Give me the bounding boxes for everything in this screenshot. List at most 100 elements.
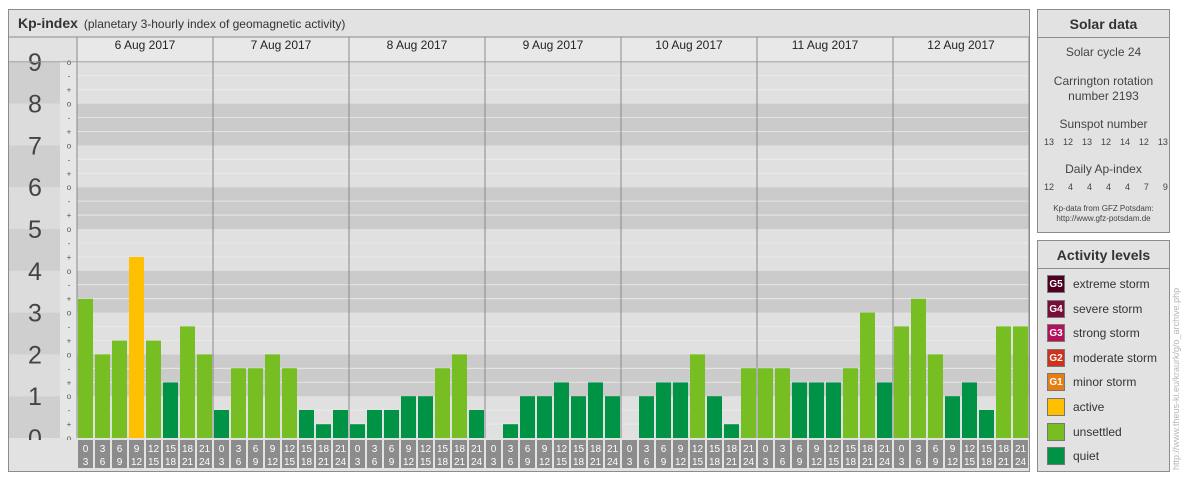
kp-bar-chart: 0123456789+-o+-o+-o+-o+-o+-o+-o+-o+-oo6 …: [9, 36, 1030, 468]
kp-bar: [605, 396, 620, 438]
minor-tick-label: +: [67, 86, 72, 95]
interval-start-label: 12: [284, 444, 296, 455]
interval-start-label: 9: [270, 444, 276, 455]
kp-bar: [452, 354, 467, 438]
interval-end-label: 3: [491, 457, 497, 468]
ap-values: 12 4 4 4 4 7 9: [1044, 182, 1168, 192]
kp-bar: [95, 354, 110, 438]
interval-start-label: 9: [134, 444, 140, 455]
minor-tick-label: +: [67, 211, 72, 220]
activity-level-label: extreme storm: [1073, 277, 1150, 291]
interval-end-label: 21: [998, 457, 1010, 468]
kp-bar: [112, 340, 127, 438]
kp-bar: [792, 382, 807, 438]
interval-end-label: 12: [539, 457, 551, 468]
interval-start-label: 18: [998, 444, 1010, 455]
interval-end-label: 12: [811, 457, 823, 468]
solar-data-title: Solar data: [1038, 10, 1169, 38]
kp-bar: [588, 382, 603, 438]
activity-level-moderate-storm: G2 moderate storm: [1047, 348, 1158, 367]
kp-bar: [299, 409, 314, 438]
kp-bar: [843, 368, 858, 438]
minor-tick-label: +: [67, 127, 72, 136]
kp-bar: [435, 368, 450, 438]
interval-start-label: 6: [797, 444, 803, 455]
interval-start-label: 18: [454, 444, 466, 455]
interval-end-label: 24: [607, 457, 619, 468]
interval-corner: [9, 440, 77, 468]
interval-end-label: 15: [692, 457, 704, 468]
interval-end-label: 15: [284, 457, 296, 468]
interval-end-label: 24: [471, 457, 483, 468]
activity-level-swatch: [1047, 398, 1065, 416]
interval-end-label: 18: [709, 457, 721, 468]
activity-level-strong-storm: G3 strong storm: [1047, 324, 1140, 343]
kp-bar: [469, 409, 484, 438]
activity-level-label: unsettled: [1073, 424, 1122, 439]
interval-end-label: 18: [573, 457, 585, 468]
interval-end-label: 6: [372, 457, 378, 468]
interval-end-label: 21: [590, 457, 602, 468]
kp-bar: [928, 354, 943, 438]
ap-value: 4: [1124, 182, 1130, 192]
interval-end-label: 6: [100, 457, 106, 468]
interval-start-label: 12: [964, 444, 976, 455]
interval-start-label: 3: [372, 444, 378, 455]
activity-level-label: moderate storm: [1073, 350, 1158, 365]
plot-band: [77, 270, 1029, 313]
interval-start-label: 6: [253, 444, 259, 455]
plot-band: [77, 103, 1029, 146]
interval-start-label: 15: [845, 444, 857, 455]
interval-start-label: 3: [508, 444, 514, 455]
interval-start-label: 6: [389, 444, 395, 455]
interval-start-label: 12: [556, 444, 568, 455]
kp-bar: [214, 409, 229, 438]
kp-bar: [996, 326, 1011, 438]
activity-level-label: strong storm: [1073, 326, 1140, 341]
interval-start-label: 9: [406, 444, 412, 455]
kp-bar: [724, 424, 739, 438]
sunspot-value: 12: [1100, 137, 1111, 147]
interval-start-label: 3: [780, 444, 786, 455]
kp-bar: [571, 396, 586, 438]
minor-tick-label: -: [68, 197, 71, 206]
minor-tick-label: -: [68, 406, 71, 415]
sunspot-value: 13: [1157, 137, 1168, 147]
minor-tick-label: o: [67, 309, 72, 318]
interval-start-label: 18: [862, 444, 874, 455]
interval-end-label: 3: [763, 457, 769, 468]
kp-bar: [384, 409, 399, 438]
interval-start-label: 21: [471, 444, 483, 455]
kp-bar: [248, 368, 263, 438]
y-tick-label: 3: [28, 300, 42, 328]
minor-tick-label: +: [67, 295, 72, 304]
interval-end-label: 3: [899, 457, 905, 468]
y-tick-label: 4: [28, 258, 42, 286]
minor-tick-label: -: [68, 323, 71, 332]
y-tick-label: 7: [28, 132, 42, 160]
activity-level-swatch: G1: [1047, 373, 1065, 392]
interval-end-label: 18: [845, 457, 857, 468]
interval-start-label: 18: [318, 444, 330, 455]
kp-bar: [333, 409, 348, 438]
interval-start-label: 3: [236, 444, 242, 455]
minor-tick-label: o: [67, 392, 72, 401]
minor-tick-label: o: [67, 183, 72, 192]
minor-tick-label: -: [68, 155, 71, 164]
y-tick-label: 6: [28, 174, 42, 202]
ap-value: 7: [1143, 182, 1149, 192]
interval-end-label: 9: [933, 457, 939, 468]
interval-start-label: 21: [607, 444, 619, 455]
plot-band: [77, 187, 1029, 229]
interval-end-label: 18: [437, 457, 449, 468]
kp-bar: [265, 354, 280, 438]
y-tick-label: 2: [28, 341, 42, 369]
interval-end-label: 9: [117, 457, 123, 468]
interval-end-label: 9: [661, 457, 667, 468]
data-source-link[interactable]: http://www.gfz-potsdam.de: [1038, 214, 1169, 223]
minor-tick-label: +: [67, 420, 72, 429]
day-label: 9 Aug 2017: [523, 38, 584, 52]
activity-level-swatch: G4: [1047, 299, 1065, 318]
interval-start-label: 6: [661, 444, 667, 455]
kp-bar: [537, 396, 552, 438]
